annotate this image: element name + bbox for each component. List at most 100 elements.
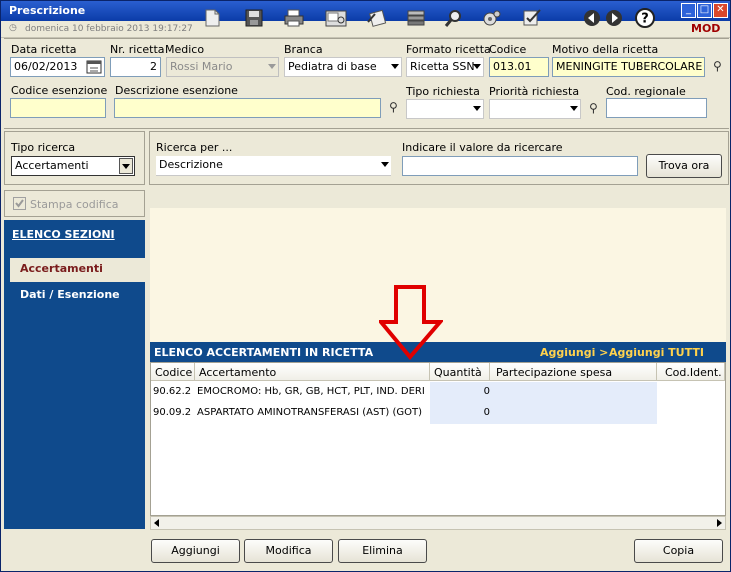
priorita-select[interactable] bbox=[489, 99, 581, 119]
accertamenti-table: Codice Accertamento Quantità Partecipazi… bbox=[150, 362, 726, 516]
search-icon[interactable] bbox=[441, 6, 467, 30]
table-cell-cod-ident[interactable] bbox=[657, 382, 725, 403]
minimize-button[interactable]: _ bbox=[681, 3, 696, 18]
horizontal-scrollbar[interactable] bbox=[150, 516, 726, 530]
tipo-richiesta-select[interactable] bbox=[406, 99, 484, 119]
modifica-button-label: Modifica bbox=[265, 544, 312, 557]
data-ricetta-field[interactable]: 06/02/2013 bbox=[10, 57, 105, 77]
next-icon[interactable] bbox=[601, 6, 627, 30]
tipo-ricerca-label: Tipo ricerca bbox=[11, 141, 76, 154]
chevron-down-icon bbox=[391, 64, 399, 69]
valore-label: Indicare il valore da ricercare bbox=[402, 141, 563, 154]
motivo-field[interactable]: MENINGITE TUBERCOLARE bbox=[552, 57, 705, 77]
stampa-codifica-label: Stampa codifica bbox=[30, 198, 119, 211]
chevron-down-icon bbox=[268, 64, 276, 69]
column-header-codice[interactable]: Codice bbox=[151, 363, 195, 381]
link-icon[interactable]: ⚲ bbox=[589, 101, 598, 115]
branca-value: Pediatra di base bbox=[288, 60, 377, 73]
column-header-quantita[interactable]: Quantità bbox=[430, 363, 490, 381]
ricerca-per-select[interactable]: Descrizione bbox=[156, 156, 391, 176]
sidebar-item-accertamenti[interactable]: Accertamenti bbox=[10, 258, 145, 282]
date-info: domenica 10 febbraio 2013 19:17:27 bbox=[25, 24, 193, 34]
settings-icon[interactable] bbox=[479, 6, 505, 30]
data-ricetta-value: 06/02/2013 bbox=[14, 60, 78, 73]
aggiungi-link[interactable]: Aggiungi > bbox=[540, 346, 608, 359]
print-preview-icon[interactable] bbox=[323, 6, 349, 30]
calendar-icon[interactable] bbox=[86, 59, 102, 76]
link-icon[interactable]: ⚲ bbox=[713, 59, 722, 73]
cod-regionale-field[interactable] bbox=[606, 98, 707, 118]
save-icon[interactable] bbox=[241, 6, 267, 30]
sidebar-item-dati-esenzione[interactable]: Dati / Esenzione bbox=[20, 288, 120, 301]
tipo-ricerca-value: Accertamenti bbox=[15, 159, 89, 172]
table-cell-cod-ident[interactable] bbox=[657, 403, 725, 424]
print-icon[interactable] bbox=[281, 6, 307, 30]
sidebar-item-label: Accertamenti bbox=[20, 262, 103, 275]
cod-regionale-label: Cod. regionale bbox=[606, 85, 686, 98]
column-header-partecipazione[interactable]: Partecipazione spesa bbox=[490, 363, 657, 381]
stack-icon[interactable] bbox=[403, 6, 429, 30]
elimina-button[interactable]: Elimina bbox=[338, 539, 427, 563]
aggiungi-button[interactable]: Aggiungi bbox=[151, 539, 240, 563]
table-cell-quantita[interactable]: 0 bbox=[430, 403, 490, 424]
clock-icon: ◷ bbox=[9, 23, 17, 33]
codice-field[interactable]: 013.01 bbox=[489, 57, 549, 77]
tipo-ricerca-select[interactable]: Accertamenti bbox=[11, 156, 135, 176]
codice-esenzione-field[interactable] bbox=[10, 98, 106, 118]
link-icon[interactable]: ⚲ bbox=[389, 100, 398, 114]
aggiungi-button-label: Aggiungi bbox=[171, 544, 220, 557]
table-cell-codice[interactable]: 90.62.2 bbox=[151, 382, 195, 403]
table-cell-codice[interactable]: 90.09.2 bbox=[151, 403, 195, 424]
dropdown-button[interactable] bbox=[119, 158, 133, 174]
modifica-button[interactable]: Modifica bbox=[244, 539, 333, 563]
help-icon[interactable]: ? bbox=[632, 6, 658, 30]
formato-label: Formato ricetta bbox=[406, 43, 491, 56]
check-edit-icon[interactable] bbox=[519, 6, 545, 30]
attach-icon[interactable] bbox=[363, 6, 389, 30]
table-cell-accertamento[interactable]: EMOCROMO: Hb, GR, GB, HCT, PLT, IND. DER… bbox=[195, 382, 430, 403]
formato-value: Ricetta SSN bbox=[410, 60, 475, 73]
table-cell-quantita[interactable]: 0 bbox=[430, 382, 490, 403]
chevron-down-icon bbox=[473, 64, 481, 69]
chevron-down-icon bbox=[381, 162, 389, 167]
chevron-down-icon bbox=[473, 106, 481, 111]
close-button[interactable]: ✕ bbox=[713, 3, 728, 18]
svg-text:?: ? bbox=[641, 12, 649, 27]
scroll-left-icon[interactable] bbox=[154, 519, 159, 527]
data-ricetta-label: Data ricetta bbox=[11, 43, 77, 56]
trova-button-label: Trova ora bbox=[658, 159, 710, 172]
formato-select[interactable]: Ricetta SSN bbox=[406, 57, 484, 77]
search-input[interactable] bbox=[402, 156, 638, 176]
copia-button-label: Copia bbox=[662, 544, 695, 557]
branca-select[interactable]: Pediatra di base bbox=[284, 57, 402, 77]
medico-select[interactable]: Rossi Mario bbox=[166, 57, 279, 77]
medico-value: Rossi Mario bbox=[170, 60, 233, 73]
priorita-label: Priorità richiesta bbox=[489, 85, 580, 98]
motivo-label: Motivo della ricetta bbox=[552, 43, 659, 56]
descrizione-esenzione-field[interactable] bbox=[114, 98, 381, 118]
copia-button[interactable]: Copia bbox=[634, 539, 723, 563]
medico-label: Medico bbox=[165, 43, 205, 56]
tipo-richiesta-label: Tipo richiesta bbox=[406, 85, 480, 98]
chevron-down-icon bbox=[122, 164, 130, 169]
scroll-right-icon[interactable] bbox=[717, 519, 722, 527]
mode-indicator: MOD bbox=[691, 22, 721, 35]
elimina-button-label: Elimina bbox=[362, 544, 403, 557]
new-doc-icon[interactable] bbox=[199, 6, 225, 30]
table-cell-accertamento[interactable]: ASPARTATO AMINOTRANSFERASI (AST) (GOT) bbox=[195, 403, 430, 424]
nr-ricetta-label: Nr. ricetta bbox=[110, 43, 165, 56]
descrizione-esenzione-label: Descrizione esenzione bbox=[115, 84, 238, 97]
nr-ricetta-field[interactable]: 2 bbox=[110, 57, 161, 77]
sidebar-item-label: Dati / Esenzione bbox=[20, 288, 120, 301]
stampa-codifica-checkbox[interactable] bbox=[13, 197, 26, 210]
column-header-cod-ident[interactable]: Cod.Ident. bbox=[657, 363, 725, 381]
window-title: Prescrizione bbox=[9, 4, 86, 17]
sidebar-title: ELENCO SEZIONI bbox=[12, 228, 115, 241]
maximize-button[interactable]: □ bbox=[697, 3, 712, 18]
column-header-accertamento[interactable]: Accertamento bbox=[195, 363, 430, 381]
annotation-arrow-icon bbox=[376, 284, 445, 363]
table-cell-partecipazione[interactable] bbox=[490, 382, 657, 403]
trova-button[interactable]: Trova ora bbox=[646, 154, 722, 178]
table-cell-partecipazione[interactable] bbox=[490, 403, 657, 424]
chevron-down-icon bbox=[570, 106, 578, 111]
